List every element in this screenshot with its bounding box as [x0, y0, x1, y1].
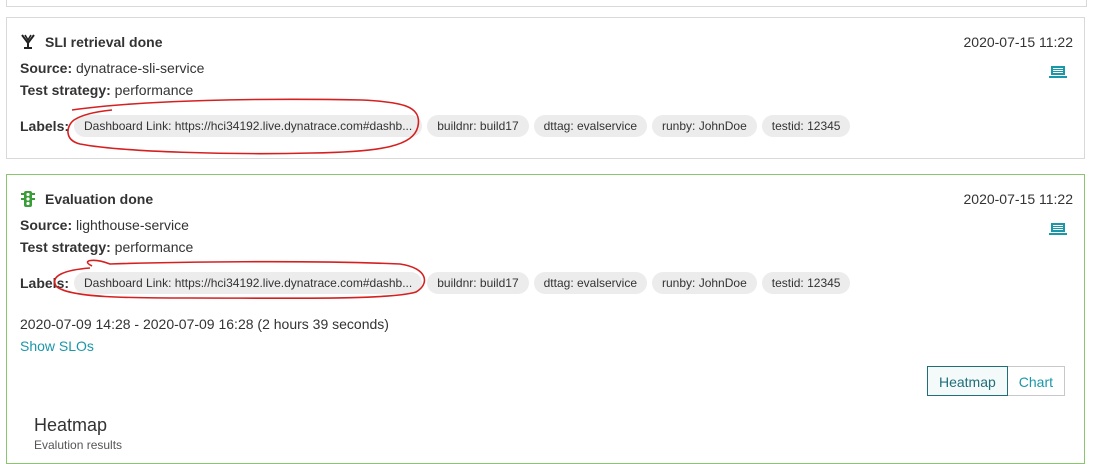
- source-value: dynatrace-sli-service: [76, 60, 205, 76]
- labels-label: Labels:: [20, 118, 70, 134]
- source-value: lighthouse-service: [76, 217, 189, 233]
- test-strategy-label: Test strategy:: [20, 82, 111, 98]
- event-card-evaluation: Evaluation done 2020-07-15 11:22 Source:…: [6, 174, 1085, 464]
- event-test-strategy: Test strategy: performance: [20, 82, 193, 98]
- event-title: Evaluation done: [45, 191, 154, 207]
- event-title-row: Evaluation done: [20, 191, 153, 207]
- traffic-light-icon: [20, 191, 36, 207]
- event-title: SLI retrieval done: [45, 34, 163, 50]
- label-chip-dashboard-link[interactable]: Dashboard Link: https://hci34192.live.dy…: [74, 115, 423, 137]
- label-chip-dashboard-link[interactable]: Dashboard Link: https://hci34192.live.dy…: [74, 272, 423, 294]
- heatmap-subtitle: Evalution results: [34, 438, 123, 452]
- laptop-icon[interactable]: [1049, 222, 1067, 236]
- label-chip-testid[interactable]: testid: 12345: [761, 272, 851, 294]
- event-timestamp: 2020-07-15 11:22: [963, 191, 1074, 207]
- heatmap-title: Heatmap: [34, 415, 108, 435]
- label-chip-dttag[interactable]: dttag: evalservice: [533, 115, 648, 137]
- laptop-icon[interactable]: [1049, 65, 1067, 79]
- event-test-strategy: Test strategy: performance: [20, 239, 193, 255]
- event-timestamp: 2020-07-15 11:22: [963, 34, 1074, 50]
- event-source: Source: lighthouse-service: [20, 217, 189, 233]
- chart-button[interactable]: Chart: [1007, 366, 1065, 396]
- previous-event-card: [6, 0, 1087, 7]
- show-slos-link[interactable]: Show SLOs: [20, 338, 94, 354]
- event-title-row: SLI retrieval done: [20, 34, 162, 50]
- labels-label: Labels:: [20, 275, 70, 291]
- evaluation-time-range: 2020-07-09 14:28 - 2020-07-09 16:28 (2 h…: [20, 316, 389, 332]
- test-strategy-value: performance: [114, 82, 194, 98]
- label-chip-buildnr[interactable]: buildnr: build17: [427, 272, 529, 294]
- label-chip-testid[interactable]: testid: 12345: [761, 115, 851, 137]
- event-labels: Labels: Dashboard Link: https://hci34192…: [20, 272, 855, 294]
- test-strategy-value: performance: [114, 239, 194, 255]
- label-chip-buildnr[interactable]: buildnr: build17: [427, 115, 529, 137]
- view-toggle: Heatmap Chart: [926, 366, 1065, 396]
- source-label: Source:: [20, 217, 73, 233]
- label-chip-runby[interactable]: runby: JohnDoe: [652, 115, 757, 137]
- event-source: Source: dynatrace-sli-service: [20, 60, 204, 76]
- test-strategy-label: Test strategy:: [20, 239, 111, 255]
- event-labels: Labels: Dashboard Link: https://hci34192…: [20, 115, 855, 137]
- heatmap-button[interactable]: Heatmap: [926, 366, 1008, 396]
- source-label: Source:: [20, 60, 73, 76]
- label-chip-dttag[interactable]: dttag: evalservice: [533, 272, 648, 294]
- event-card-sli-retrieval: SLI retrieval done 2020-07-15 11:22 Sour…: [6, 17, 1085, 159]
- label-chip-runby[interactable]: runby: JohnDoe: [652, 272, 757, 294]
- sli-fork-icon: [20, 34, 36, 50]
